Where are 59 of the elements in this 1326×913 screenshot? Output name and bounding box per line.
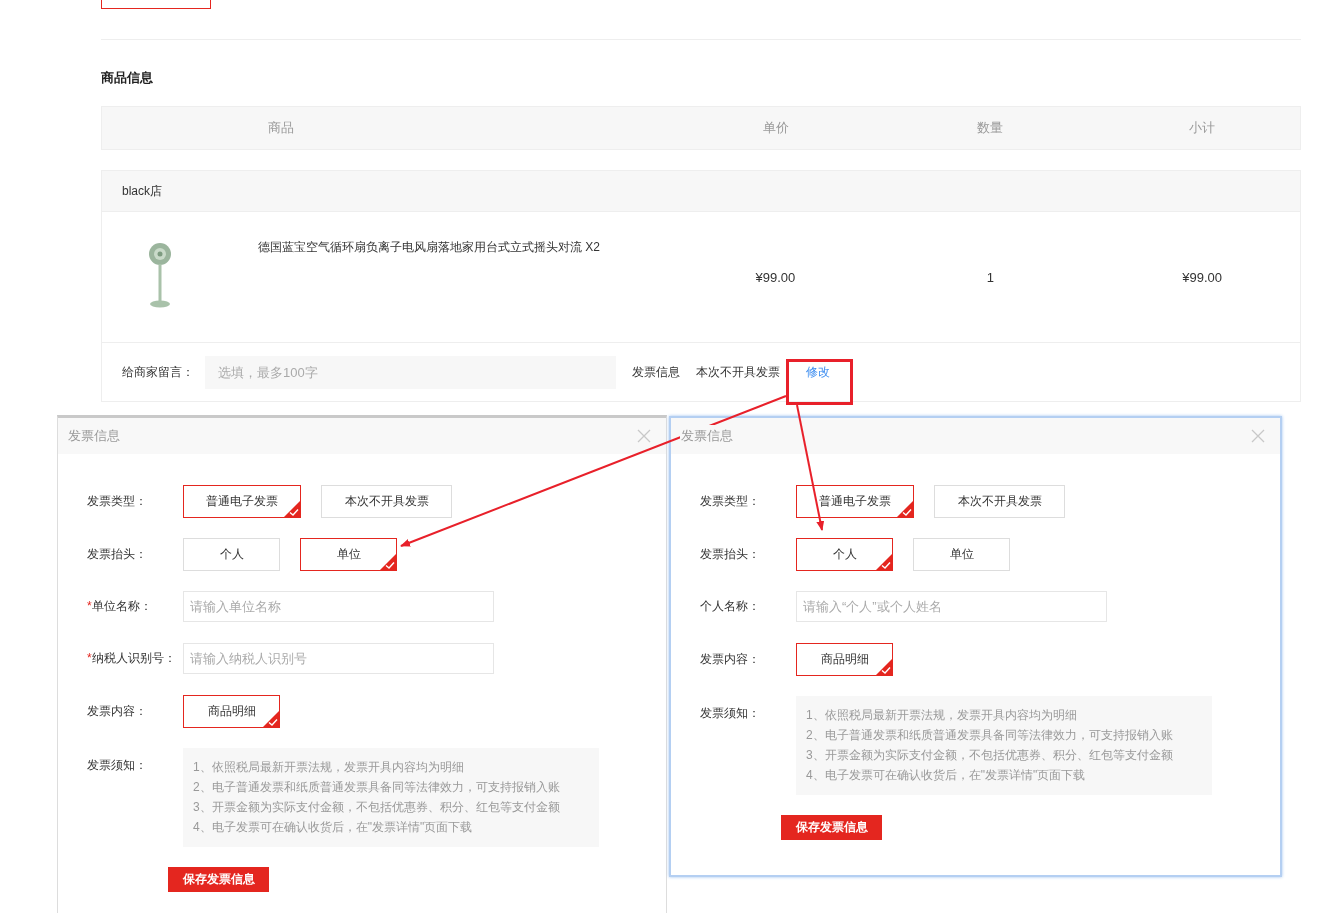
option-button[interactable]: 本次不开具发票 (321, 485, 452, 518)
input-field[interactable]: 请输入“个人”或个人姓名 (796, 591, 1107, 622)
check-corner-icon (896, 500, 914, 518)
subtotal: ¥99.00 (1181, 269, 1223, 285)
unit-price: ¥99.00 (754, 269, 797, 285)
option-button[interactable]: 单位 (913, 538, 1010, 571)
notice-line: 4、电子发票可在确认收货后，在"发票详情"页面下载 (193, 819, 474, 836)
close-icon[interactable] (637, 429, 651, 443)
outlined-button[interactable] (101, 0, 211, 9)
close-icon[interactable] (1251, 429, 1265, 443)
invoice-value: 本次不开具发票 (696, 363, 780, 381)
field-label: 发票类型： (700, 493, 761, 510)
check-corner-icon (875, 658, 893, 676)
column-header: 单价 (761, 119, 790, 137)
option-button[interactable]: 个人 (183, 538, 280, 571)
notice-line: 1、依照税局最新开票法规，发票开具内容均为明细 (193, 759, 465, 776)
field-label: 发票须知： (700, 705, 761, 722)
product-name[interactable]: 德国蓝宝空气循环扇负离子电风扇落地家用台式立式摇头对流 X2 (258, 239, 600, 256)
message-label: 给商家留言： (122, 363, 195, 381)
field-label: 发票内容： (87, 703, 148, 720)
option-button[interactable]: 单位 (300, 538, 397, 571)
shop-name: black店 (122, 182, 162, 200)
field-label: 发票须知： (87, 757, 148, 774)
check-corner-icon (875, 553, 893, 571)
invoice-label: 发票信息 (632, 363, 680, 381)
message-field[interactable]: 选填，最多100字 (205, 355, 616, 389)
check-corner-icon (379, 553, 397, 571)
field-label: *单位名称： (87, 598, 153, 615)
notice-line: 3、开票金额为实际支付金额，不包括优惠券、积分、红包等支付金额 (193, 799, 561, 816)
field-label: 发票抬头： (87, 546, 148, 563)
column-header: 小计 (1188, 119, 1217, 137)
field-label: 个人名称： (700, 598, 761, 615)
save-button[interactable]: 保存发票信息 (781, 815, 882, 840)
column-header: 商品 (266, 119, 295, 137)
option-button[interactable]: 本次不开具发票 (934, 485, 1065, 518)
input-field[interactable]: 请输入纳税人识别号 (183, 643, 494, 674)
field-label: *纳税人识别号： (87, 650, 177, 667)
option-button[interactable]: 商品明细 (796, 643, 893, 676)
edit-link[interactable]: 修改 (806, 363, 830, 381)
notice-line: 4、电子发票可在确认收货后，在"发票详情"页面下载 (806, 767, 1087, 784)
input-field[interactable]: 请输入单位名称 (183, 591, 494, 622)
notice-line: 3、开票金额为实际支付金额，不包括优惠券、积分、红包等支付金额 (806, 747, 1174, 764)
check-corner-icon (262, 710, 280, 728)
column-header: 数量 (976, 119, 1005, 137)
field-label: 发票抬头： (700, 546, 761, 563)
section-title: 商品信息 (101, 69, 154, 87)
field-label: 发票类型： (87, 493, 148, 510)
option-button[interactable]: 个人 (796, 538, 893, 571)
option-button[interactable]: 普通电子发票 (796, 485, 914, 518)
field-label: 发票内容： (700, 651, 761, 668)
notice-line: 2、电子普通发票和纸质普通发票具备同等法律效力，可支持报销入账 (806, 727, 1174, 744)
save-button[interactable]: 保存发票信息 (168, 867, 269, 892)
highlight-box (786, 359, 853, 405)
notice-line: 2、电子普通发票和纸质普通发票具备同等法律效力，可支持报销入账 (193, 779, 561, 796)
check-corner-icon (283, 500, 301, 518)
notice-line: 1、依照税局最新开票法规，发票开具内容均为明细 (806, 707, 1078, 724)
option-button[interactable]: 普通电子发票 (183, 485, 301, 518)
quantity: 1 (985, 269, 995, 285)
option-button[interactable]: 商品明细 (183, 695, 280, 728)
